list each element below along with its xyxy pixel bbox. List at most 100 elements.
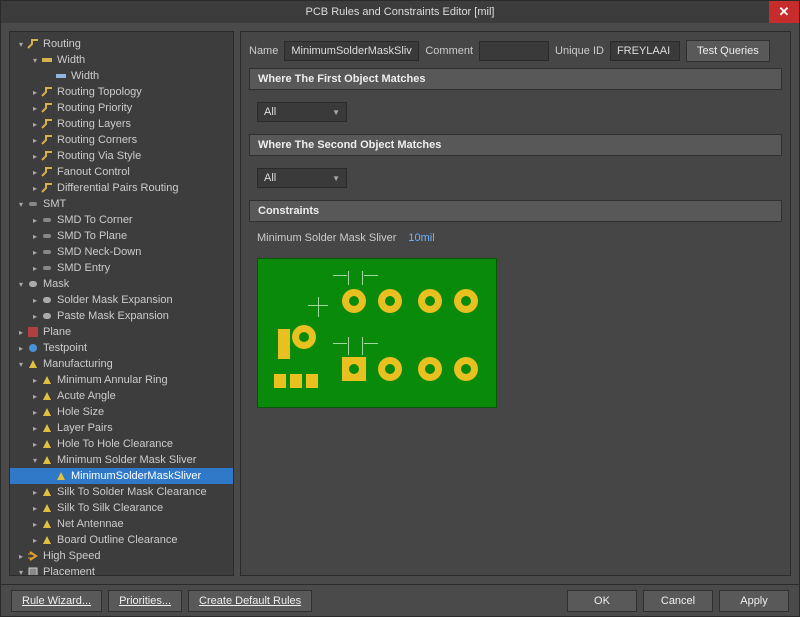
dialog-window: PCB Rules and Constraints Editor [mil] ✕… (0, 0, 800, 617)
arrow-right-icon[interactable]: ▸ (30, 168, 40, 177)
tree-item[interactable]: ▸SMD Entry (10, 260, 233, 276)
create-default-rules-button[interactable]: Create Default Rules (188, 590, 312, 612)
comment-input[interactable] (479, 41, 549, 61)
tree-item[interactable]: ▸Routing Via Style (10, 148, 233, 164)
arrow-right-icon[interactable]: ▸ (30, 184, 40, 193)
tree-item[interactable]: ▾Manufacturing (10, 356, 233, 372)
tree-item[interactable]: ▸Routing Layers (10, 116, 233, 132)
arrow-right-icon[interactable]: ▸ (30, 248, 40, 257)
arrow-right-icon[interactable]: ▸ (30, 424, 40, 433)
section-second-body: All ▼ (249, 162, 782, 194)
apply-button[interactable]: Apply (719, 590, 789, 612)
arrow-right-icon[interactable]: ▸ (30, 232, 40, 241)
tree-item[interactable]: ▸Differential Pairs Routing (10, 180, 233, 196)
rule-tree[interactable]: ▾Routing▾WidthWidth▸Routing Topology▸Rou… (9, 31, 234, 576)
name-input[interactable] (284, 41, 419, 61)
pcb-preview (257, 258, 497, 408)
mfg-rule-icon (54, 470, 68, 482)
tree-item-label: Silk To Silk Clearance (57, 502, 163, 514)
tree-item-label: SMT (43, 198, 66, 210)
tree-item[interactable]: ▾Minimum Solder Mask Sliver (10, 452, 233, 468)
tree-item[interactable]: ▸Minimum Annular Ring (10, 372, 233, 388)
arrow-right-icon[interactable]: ▸ (30, 376, 40, 385)
arrow-right-icon[interactable]: ▸ (30, 536, 40, 545)
tree-item[interactable]: ▸Silk To Solder Mask Clearance (10, 484, 233, 500)
tree-item[interactable]: ▸Acute Angle (10, 388, 233, 404)
arrow-down-icon[interactable]: ▾ (16, 280, 26, 289)
tree-item[interactable]: ▸ Routing Priority (10, 100, 233, 116)
arrow-right-icon[interactable]: ▸ (30, 120, 40, 129)
first-object-combo[interactable]: All ▼ (257, 102, 347, 122)
tree-item[interactable]: ▸Testpoint (10, 340, 233, 356)
tree-item[interactable]: ▾Mask (10, 276, 233, 292)
tree-item[interactable]: ▸Layer Pairs (10, 420, 233, 436)
tree-item[interactable]: Width (10, 68, 233, 84)
arrow-right-icon[interactable]: ▸ (30, 504, 40, 513)
tree-item[interactable]: ▸Paste Mask Expansion (10, 308, 233, 324)
arrow-right-icon[interactable]: ▸ (30, 488, 40, 497)
arrow-right-icon[interactable]: ▸ (30, 392, 40, 401)
rule-wizard-button[interactable]: Rule Wizard... (11, 590, 102, 612)
arrow-right-icon[interactable]: ▸ (30, 440, 40, 449)
arrow-right-icon[interactable]: ▸ (30, 152, 40, 161)
route-icon (40, 134, 54, 146)
tree-item-label: SMD To Plane (57, 230, 127, 242)
tree-item[interactable]: ▸Plane (10, 324, 233, 340)
arrow-right-icon[interactable]: ▸ (30, 104, 40, 113)
tree-item[interactable]: ▸Net Antennae (10, 516, 233, 532)
tree-item[interactable]: ▸ SMD Neck-Down (10, 244, 233, 260)
test-queries-button[interactable]: Test Queries (686, 40, 770, 62)
tree-item[interactable]: ▾Width (10, 52, 233, 68)
arrow-right-icon[interactable]: ▸ (16, 344, 26, 353)
header-row: Name Comment Unique ID Test Queries (249, 40, 782, 62)
tree-item[interactable]: ▾Placement (10, 564, 233, 576)
arrow-down-icon[interactable]: ▾ (16, 360, 26, 369)
uniqueid-input[interactable] (610, 41, 680, 61)
tree-item[interactable]: ▸Solder Mask Expansion (10, 292, 233, 308)
arrow-right-icon[interactable]: ▸ (30, 408, 40, 417)
tree-item[interactable]: ▸ Fanout Control (10, 164, 233, 180)
tree-item[interactable]: ▸Routing Corners (10, 132, 233, 148)
mfg-rule-icon (40, 422, 54, 434)
tree-item[interactable]: ▾Routing (10, 36, 233, 52)
arrow-right-icon[interactable]: ▸ (16, 328, 26, 337)
arrow-right-icon[interactable]: ▸ (30, 136, 40, 145)
tree-item[interactable]: MinimumSolderMaskSliver (10, 468, 233, 484)
arrow-right-icon[interactable]: ▸ (30, 312, 40, 321)
tree-item-label: Fanout Control (57, 166, 130, 178)
constraint-value[interactable]: 10mil (408, 232, 434, 244)
width-rule-icon (54, 70, 68, 82)
arrow-right-icon[interactable]: ▸ (30, 88, 40, 97)
tree-item[interactable]: ▸Hole To Hole Clearance (10, 436, 233, 452)
tree-item[interactable]: ▸High Speed (10, 548, 233, 564)
arrow-down-icon[interactable]: ▾ (16, 200, 26, 209)
tree-item[interactable]: ▾ SMT (10, 196, 233, 212)
tree-item-label: SMD Neck-Down (57, 246, 141, 258)
arrow-right-icon[interactable]: ▸ (30, 264, 40, 273)
arrow-right-icon[interactable]: ▸ (30, 520, 40, 529)
arrow-down-icon[interactable]: ▾ (16, 40, 26, 49)
tree-item[interactable]: ▸Board Outline Clearance (10, 532, 233, 548)
section-second-object: Where The Second Object Matches (249, 134, 782, 156)
arrow-right-icon[interactable]: ▸ (30, 216, 40, 225)
arrow-right-icon[interactable]: ▸ (16, 552, 26, 561)
arrow-down-icon[interactable]: ▾ (30, 456, 40, 465)
tree-item[interactable]: ▸ SMD To Plane (10, 228, 233, 244)
plane-icon (26, 326, 40, 338)
ok-button[interactable]: OK (567, 590, 637, 612)
arrow-down-icon[interactable]: ▾ (16, 568, 26, 577)
mfg-rule-icon (40, 534, 54, 546)
close-button[interactable]: ✕ (769, 1, 799, 23)
tree-item[interactable]: ▸SMD To Corner (10, 212, 233, 228)
tree-item[interactable]: ▸ Silk To Silk Clearance (10, 500, 233, 516)
priorities-button[interactable]: Priorities... (108, 590, 182, 612)
route-icon (40, 102, 54, 114)
tree-item[interactable]: ▸Routing Topology (10, 84, 233, 100)
dialog-body: ▾Routing▾WidthWidth▸Routing Topology▸Rou… (1, 23, 799, 584)
tree-item-label: Routing Priority (57, 102, 132, 114)
arrow-down-icon[interactable]: ▾ (30, 56, 40, 65)
second-object-combo[interactable]: All ▼ (257, 168, 347, 188)
tree-item[interactable]: ▸Hole Size (10, 404, 233, 420)
cancel-button[interactable]: Cancel (643, 590, 713, 612)
arrow-right-icon[interactable]: ▸ (30, 296, 40, 305)
